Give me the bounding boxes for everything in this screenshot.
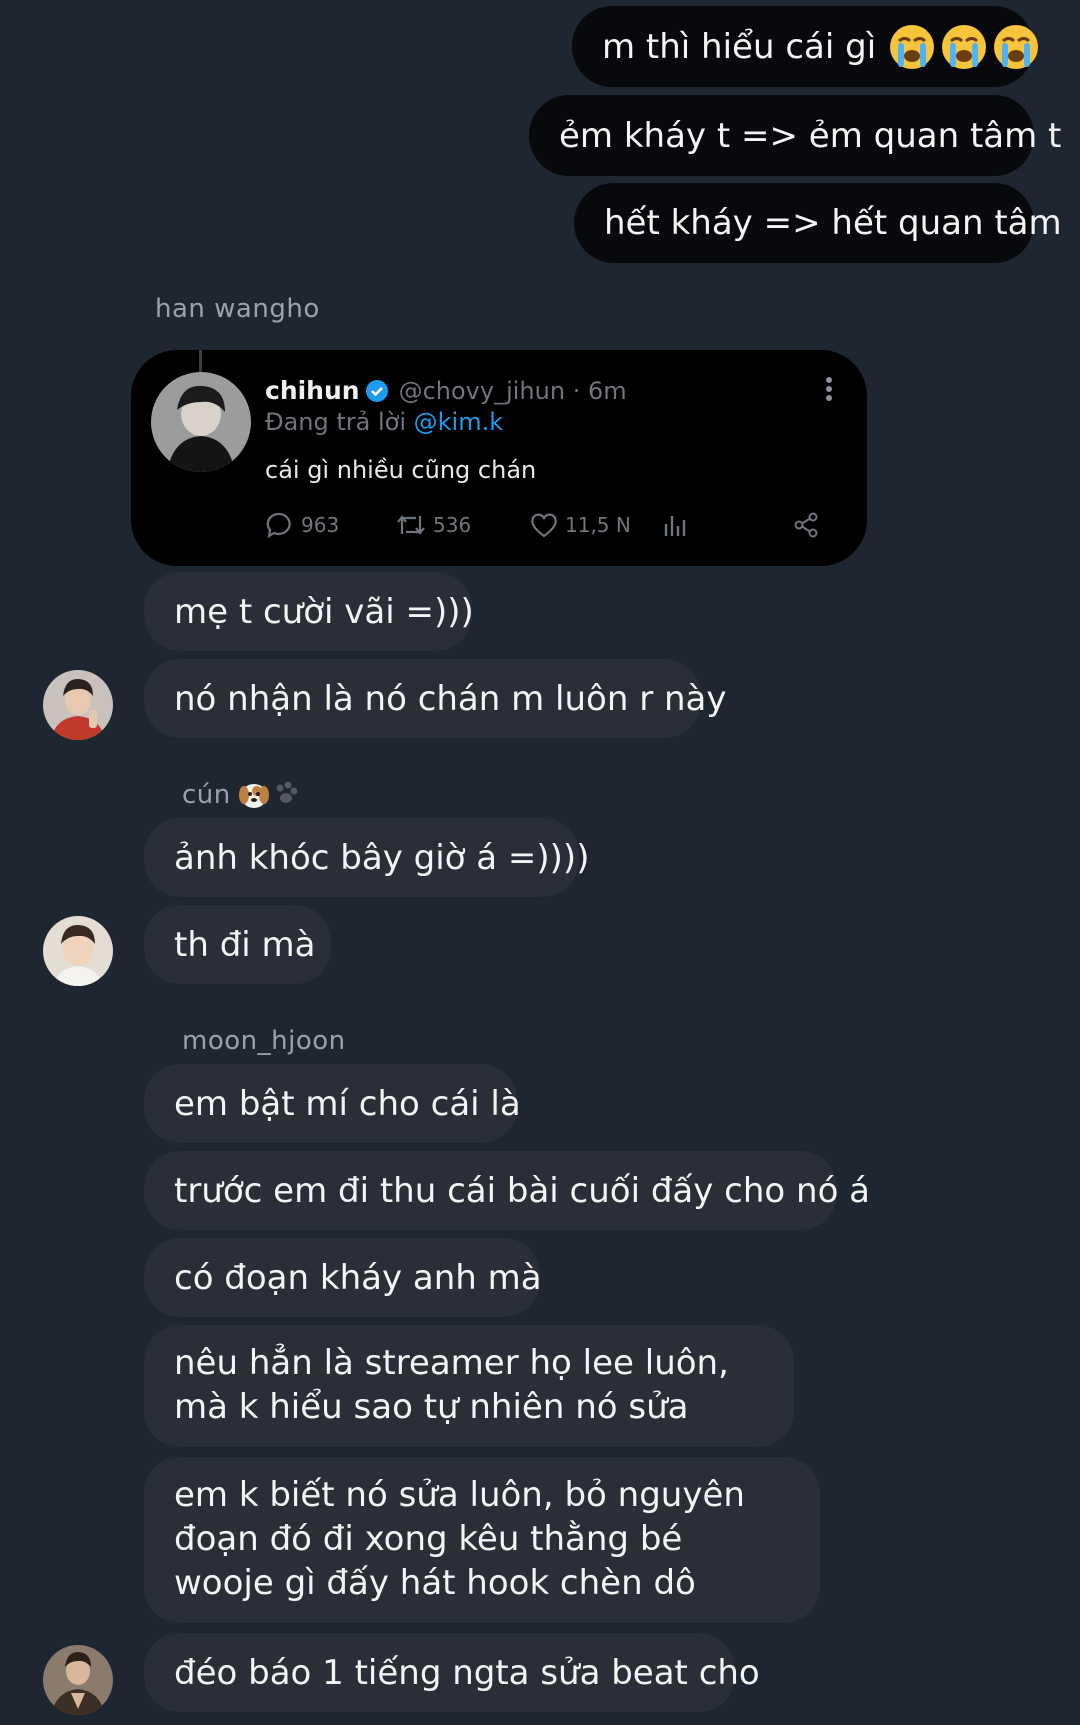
reply-action[interactable]: 963 [265, 510, 339, 540]
comment-icon [266, 512, 291, 539]
received-message[interactable]: trước em đi thu cái bài cuối đấy cho nó … [144, 1151, 870, 1230]
share-action[interactable] [791, 510, 821, 540]
received-message[interactable]: em bật mí cho cái là [144, 1064, 521, 1143]
chat-thread[interactable]: m thì hiểu cái gì ẻm kháy t => ẻm quan t… [0, 0, 1080, 1725]
received-message[interactable]: đéo báo 1 tiếng ngta sửa beat cho [144, 1633, 760, 1712]
share-icon [794, 512, 818, 538]
retweet-icon [397, 515, 425, 535]
message-text: mẹ t cười vãi =))) [174, 591, 474, 632]
crying-emoji-icon [884, 23, 1040, 71]
tweet-author-avatar[interactable] [151, 372, 251, 472]
user-avatar[interactable] [43, 916, 113, 986]
message-text: đéo báo 1 tiếng ngta sửa beat cho [174, 1652, 760, 1693]
like-action[interactable]: 11,5 N [529, 510, 631, 540]
message-text: ẻm kháy t => ẻm quan tâm t [559, 115, 1062, 156]
sender-name: cún [182, 779, 301, 811]
message-text: trước em đi thu cái bài cuối đấy cho nó … [174, 1170, 871, 1211]
like-count: 11,5 N [565, 513, 631, 537]
views-chart-icon [664, 516, 686, 536]
received-message[interactable]: mẹ t cười vãi =))) [144, 572, 474, 651]
sent-message[interactable]: hết kháy => hết quan tâm [574, 183, 1062, 263]
sent-message[interactable]: m thì hiểu cái gì [572, 6, 1039, 87]
message-text: em bật mí cho cái là [174, 1083, 521, 1124]
sender-name: moon_hjoon [182, 1026, 346, 1056]
more-options-icon[interactable] [825, 376, 833, 406]
tweet-text: cái gì nhiều cũng chán [265, 456, 537, 484]
message-text: em k biết nó sửa luôn, bỏ nguyên đoạn đó… [174, 1475, 745, 1603]
message-text: m thì hiểu cái gì [602, 26, 877, 67]
message-text: th đi mà [174, 924, 316, 965]
received-message[interactable]: nêu hẳn là streamer họ lee luôn, mà k hi… [144, 1325, 794, 1447]
reply-count: 963 [301, 513, 340, 537]
sent-message[interactable]: ẻm kháy t => ẻm quan tâm t [529, 95, 1061, 176]
message-text: có đoạn kháy anh mà [174, 1257, 542, 1298]
tweet-author-name[interactable]: chihun [265, 376, 360, 405]
tweet-handle: @chovy_jihun · 6m [398, 376, 627, 405]
received-message[interactable]: th đi mà [144, 905, 331, 984]
received-message[interactable]: ảnh khóc bây giờ á =)))) [144, 818, 589, 897]
received-message[interactable]: có đoạn kháy anh mà [144, 1238, 542, 1317]
message-text: ảnh khóc bây giờ á =)))) [174, 837, 590, 878]
sender-name: han wangho [155, 294, 320, 324]
user-avatar[interactable] [43, 670, 113, 740]
retweet-count: 536 [433, 513, 472, 537]
views-action[interactable] [661, 510, 689, 540]
received-message[interactable]: nó nhận là nó chán m luôn r này [144, 659, 727, 738]
reply-mention-link[interactable]: @kim.k [414, 408, 503, 436]
user-avatar[interactable] [43, 1645, 113, 1715]
heart-icon [531, 513, 557, 538]
verified-badge-icon [365, 379, 389, 403]
tweet-reply-context: Đang trả lời @kim.k [265, 408, 503, 436]
message-text: nó nhận là nó chán m luôn r này [174, 678, 727, 719]
dog-paw-emoji-icon [237, 779, 301, 811]
retweet-action[interactable]: 536 [395, 510, 471, 540]
sender-name-text: cún [182, 780, 231, 810]
thread-line [199, 350, 202, 372]
received-message[interactable]: em k biết nó sửa luôn, bỏ nguyên đoạn đó… [144, 1457, 820, 1623]
reply-prefix: Đang trả lời [265, 408, 407, 436]
shared-tweet-card[interactable]: chihun @chovy_jihun · 6m Đang trả lời @k… [131, 350, 867, 566]
message-text: hết kháy => hết quan tâm [604, 203, 1062, 243]
message-text: nêu hẳn là streamer họ lee luôn, mà k hi… [174, 1343, 729, 1427]
